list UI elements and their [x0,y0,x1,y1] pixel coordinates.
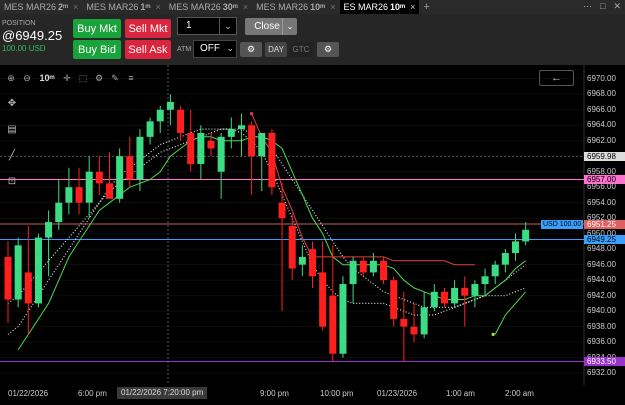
time-axis: 01/22/2026 6:00 pm 9:00 pm 10:00 pm 01/2… [0,385,585,405]
tab-interval: 30ᵐ [222,2,238,12]
lock-icon[interactable]: ⊡ [4,173,20,189]
price-tick-label: 6932.00 [587,368,616,378]
layers-icon[interactable]: ≡ [124,71,138,85]
tab-interval: 10ᵐ [390,2,406,12]
price-tick-label: 6966.00 [587,104,616,114]
document-icon[interactable]: ▤ [4,121,20,137]
time-label: 10:00 pm [320,389,354,398]
price-tick-label: 6946.00 [587,259,616,269]
tab-mes-30m[interactable]: MES MAR26 30ᵐ × [165,0,252,14]
zoom-out-icon[interactable]: ⊖ [20,71,34,85]
window-controls: ⋯ □ ✕ [583,1,621,12]
time-label: 01/22/2026 [8,389,49,398]
atm-select[interactable]: OFF ⌄ [193,40,237,58]
close-window-icon[interactable]: ✕ [613,1,621,12]
chart-area: ⊕ ⊖ 10ᵐ ✛ ⬚ ⚙ ✎ ≡ ✥ ▤ ╱ ⊡ ← 6970.00 6968.… [0,65,625,405]
tif-gtc-button[interactable]: GTC [289,42,313,57]
pink-price-tag: 6957.00 [584,174,625,184]
price-tick-label: 6938.00 [587,321,616,331]
buy-bid-button[interactable]: Buy Bid [73,40,121,59]
sell-ask-button[interactable]: Sell Ask [125,40,171,59]
tif-settings-icon[interactable]: ⚙ [317,42,339,57]
position-label: POSITION [2,20,36,27]
maximize-icon[interactable]: □ [600,1,605,12]
purple-price-tag: 6933.50 [584,357,625,366]
cursor-icon[interactable]: ✥ [4,95,20,111]
position-pnl: 100.00 USD [2,44,46,53]
price-tick-label: 6954.00 [587,197,616,207]
crosshair-time-label: 01/22/2026 7:20:00 pm [117,387,208,399]
tab-mes-2m[interactable]: MES MAR26 2ᵐ × [0,0,82,14]
price-tick-label: 6936.00 [587,337,616,347]
quantity-stepper[interactable]: 1 ⌄ [177,17,237,35]
close-position-button[interactable]: Close ⌄ [245,18,297,35]
price-tick-label: 6970.00 [587,73,616,83]
sell-market-button[interactable]: Sell Mkt [125,19,171,38]
tab-interval: 2ᵐ [58,2,69,12]
tab-symbol: MES MAR26 [256,2,309,12]
more-icon[interactable]: ⋯ [583,1,592,12]
tab-mes-1m[interactable]: MES MAR26 1ᵐ × [82,0,164,14]
scroll-to-latest-button[interactable]: ← [539,70,574,86]
quantity-value: 1 [186,20,192,31]
close-icon[interactable]: × [243,2,248,12]
chevron-down-icon: ⌄ [282,18,297,35]
atm-value: OFF [200,43,220,54]
crosshair-icon[interactable]: ✛ [60,71,74,85]
price-tick-label: 6948.00 [587,244,616,254]
red-price-tag: 6951.25 [584,219,625,229]
close-label: Close [254,21,280,32]
draw-tool-icon[interactable]: ✎ [108,71,122,85]
price-tick-label: 6944.00 [587,275,616,285]
price-axis: 6970.006968.006966.006964.006962.006960.… [584,65,625,405]
time-label: 1:00 am [446,389,475,398]
chart-toolbar: ⊕ ⊖ 10ᵐ ✛ ⬚ ⚙ ✎ ≡ [4,71,138,85]
crosshair-price-tag: 6959.98 [584,151,625,161]
price-tick-label: 6940.00 [587,306,616,316]
tab-mes-10m[interactable]: MES MAR26 10ᵐ × [252,0,339,14]
tab-bar: MES MAR26 2ᵐ × MES MAR26 1ᵐ × MES MAR26 30ᵐ × … [0,0,625,14]
time-label: 9:00 pm [260,389,289,398]
gear-icon[interactable]: ⚙ [92,71,106,85]
buy-market-button[interactable]: Buy Mkt [73,19,121,38]
close-icon[interactable]: × [410,2,415,12]
close-icon[interactable]: × [73,2,78,12]
tab-symbol: ES MAR26 [343,2,389,12]
close-icon[interactable]: × [155,2,160,12]
position-price-tag: 6949.25 [584,234,625,244]
chevron-down-icon: ⌄ [226,43,234,53]
position-price: @6949.25 [2,28,63,43]
tab-interval: 10ᵐ [310,2,326,12]
interval-selector[interactable]: 10ᵐ [36,71,58,85]
tab-es-10m[interactable]: ES MAR26 10ᵐ × [339,0,420,14]
tab-symbol: MES MAR26 [168,2,221,12]
position-flag[interactable]: USD 100.00 [541,219,584,229]
close-icon[interactable]: × [330,2,335,12]
tab-interval: 1ᵐ [140,2,151,12]
time-label: 2:00 am [505,389,534,398]
time-label: 6:00 pm [78,389,107,398]
drawing-toolbar: ✥ ▤ ╱ ⊡ [4,95,20,199]
atm-label: ATM [177,46,192,53]
tif-day-button[interactable]: DAY [265,42,287,57]
price-tick-label: 6964.00 [587,120,616,130]
line-tool-icon[interactable]: ╱ [4,147,20,163]
chevron-down-icon[interactable]: ⌄ [219,18,236,34]
order-toolbar: POSITION @6949.25 100.00 USD Buy Mkt Sel… [0,14,625,65]
zoom-in-icon[interactable]: ⊕ [4,71,18,85]
tab-symbol: MES MAR26 [4,2,57,12]
price-tick-label: 6968.00 [587,89,616,99]
price-tick-label: 6962.00 [587,135,616,145]
price-tick-label: 6942.00 [587,290,616,300]
time-label: 01/23/2026 [377,389,418,398]
atm-settings-icon[interactable]: ⚙ [240,42,262,57]
add-tab-icon[interactable]: + [419,1,433,13]
tab-symbol: MES MAR26 [86,2,139,12]
select-region-icon[interactable]: ⬚ [76,71,90,85]
